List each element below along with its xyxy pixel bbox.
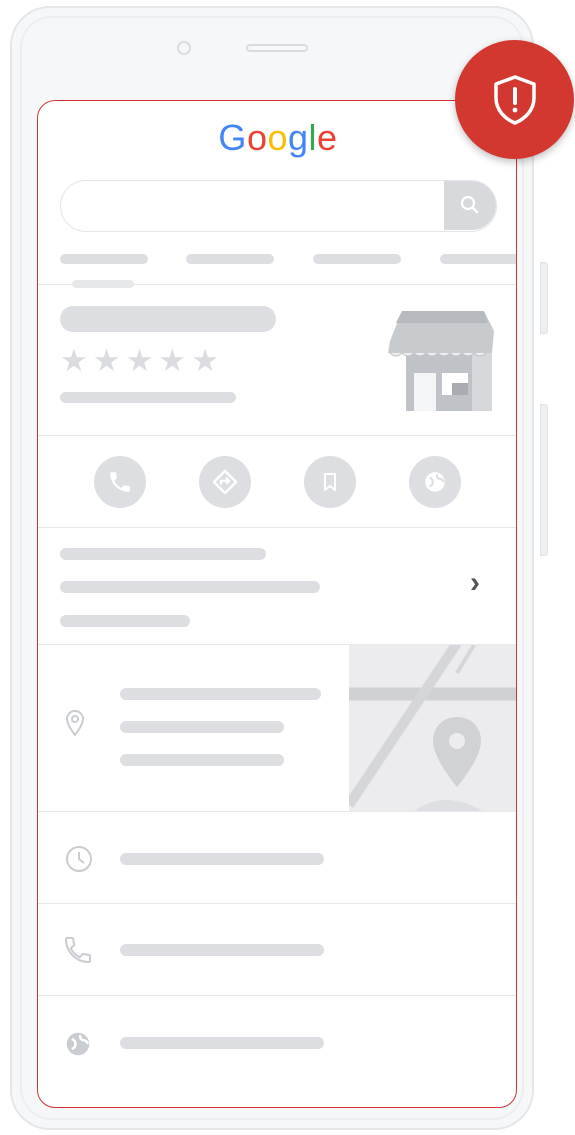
map-pin-icon: [433, 717, 481, 787]
power-button: [540, 404, 548, 556]
description-line-1: [60, 548, 266, 560]
phone-icon: [110, 472, 130, 492]
description-line-3: [60, 615, 190, 627]
divider: [38, 435, 516, 436]
hours-line: [120, 853, 324, 865]
call-button[interactable]: [94, 456, 146, 508]
divider: [38, 284, 516, 285]
tab-placeholder-1[interactable]: [60, 254, 148, 264]
front-camera: [177, 41, 191, 55]
phone-number-line: [120, 944, 324, 956]
description-row[interactable]: ›: [38, 528, 516, 644]
directions-button[interactable]: [199, 456, 251, 508]
phone-screen: Google ★ ★ ★ ★ ★ ›: [37, 100, 517, 1108]
address-line-3: [120, 754, 284, 766]
divider: [38, 811, 516, 812]
globe-icon: [425, 472, 445, 492]
business-title-placeholder: [60, 306, 276, 332]
search-button[interactable]: [444, 181, 496, 230]
search-input[interactable]: [60, 180, 497, 232]
bookmark-icon: [324, 473, 336, 491]
tab-placeholder-3[interactable]: [313, 254, 401, 264]
storefront-icon: [388, 311, 494, 411]
star-icon: ★: [125, 343, 154, 378]
business-subtitle-placeholder: [60, 392, 236, 403]
clock-icon: [66, 846, 92, 872]
shield-alert-badge[interactable]: [455, 40, 574, 159]
star-icon: ★: [60, 343, 88, 378]
earpiece-speaker: [246, 44, 308, 52]
directions-icon: [212, 469, 238, 495]
google-logo: Google: [218, 117, 338, 158]
star-icon: ★: [92, 343, 121, 378]
divider: [38, 995, 516, 996]
map-thumbnail[interactable]: [349, 645, 516, 811]
phone-icon: [64, 937, 91, 964]
save-button[interactable]: [304, 456, 356, 508]
website-line: [120, 1037, 324, 1049]
chevron-right-icon: ›: [470, 566, 480, 599]
description-line-2: [60, 581, 320, 593]
volume-button: [540, 262, 548, 334]
search-icon: [460, 195, 479, 214]
shield-alert-icon: [493, 74, 536, 125]
address-line-1: [120, 688, 321, 700]
star-rating: ★ ★ ★ ★ ★: [60, 345, 219, 376]
address-line-2: [120, 721, 284, 733]
tab-placeholder-4[interactable]: [440, 254, 516, 264]
location-pin-icon: [65, 709, 85, 737]
website-button[interactable]: [409, 456, 461, 508]
globe-icon: [66, 1032, 90, 1056]
divider: [38, 903, 516, 904]
star-icon: ★: [158, 343, 187, 378]
tab-placeholder-2[interactable]: [186, 254, 274, 264]
star-icon: ★: [191, 343, 219, 378]
